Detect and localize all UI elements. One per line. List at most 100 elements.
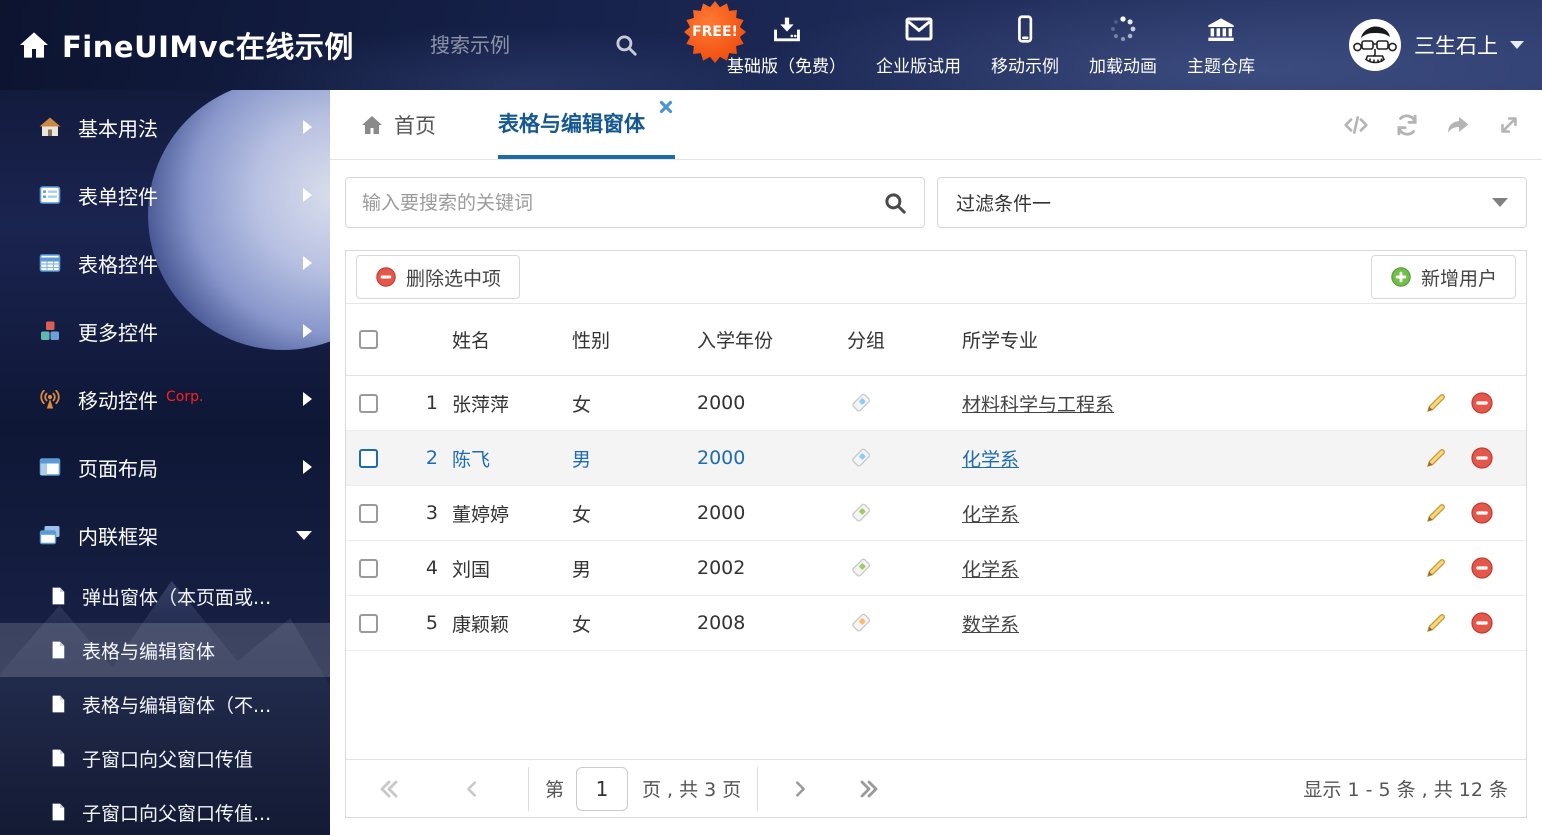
col-gender: 性别: [572, 330, 611, 352]
chevron-down-icon: [1492, 198, 1508, 207]
file-icon: [52, 587, 65, 605]
table-row[interactable]: 4 刘国 男 2002 化学系: [346, 541, 1526, 596]
sidebar-item-iframe[interactable]: 内联框架: [0, 501, 330, 569]
col-name: 姓名: [452, 330, 491, 352]
nav-enterprise-trial-button[interactable]: 企业版试用: [876, 13, 961, 77]
delete-selected-button[interactable]: 删除选中项: [356, 255, 521, 299]
sidebar-item-mobile-controls[interactable]: 移动控件 Corp.: [0, 365, 330, 433]
close-icon[interactable]: [659, 100, 673, 114]
select-all-checkbox[interactable]: [359, 330, 378, 349]
table-row[interactable]: 5 康颖颖 女 2008 数学系: [346, 596, 1526, 651]
nav-basic-edition-button[interactable]: 基础版（免费）: [727, 13, 846, 77]
delete-icon[interactable]: [1470, 391, 1494, 415]
page-number-input[interactable]: [576, 766, 629, 811]
grid-panel: 删除选中项 新增用户 姓名 性别 入学年份 分组 所学专业 1 张萍萍 女 20…: [345, 250, 1527, 818]
header-search-input[interactable]: [430, 33, 585, 57]
tab-home[interactable]: 首页: [360, 90, 436, 159]
sidebar-item-page-layout[interactable]: 页面布局: [0, 433, 330, 501]
submenu-item-grid-edit-window-2[interactable]: 表格与编辑窗体（不...: [0, 677, 330, 731]
corp-badge: Corp.: [166, 389, 204, 405]
cell-name: 刘国: [452, 558, 491, 581]
delete-icon[interactable]: [1470, 501, 1494, 525]
refresh-icon[interactable]: [1394, 112, 1420, 138]
major-link[interactable]: 数学系: [962, 614, 1019, 636]
frames-icon: [39, 526, 60, 545]
sidebar-item-form-controls[interactable]: 表单控件: [0, 161, 330, 229]
antenna-icon: [40, 389, 60, 409]
edit-icon[interactable]: [1424, 391, 1448, 415]
nav-label: 移动示例: [991, 57, 1059, 77]
file-icon: [52, 749, 65, 767]
table-row[interactable]: 3 董婷婷 女 2000 化学系: [346, 486, 1526, 541]
row-checkbox[interactable]: [359, 503, 378, 523]
cell-name: 董婷婷: [452, 503, 510, 526]
app-logo[interactable]: FineUIMvc在线示例: [18, 0, 354, 90]
keyword-search-input[interactable]: [362, 191, 882, 214]
search-icon[interactable]: [613, 32, 639, 58]
user-menu[interactable]: 三生石上: [1348, 0, 1524, 90]
home-tab-icon: [362, 115, 382, 134]
delete-icon[interactable]: [1470, 446, 1494, 470]
keyword-search-box: [345, 177, 925, 228]
cell-year: 2000: [697, 392, 746, 414]
cell-year: 2000: [697, 502, 746, 524]
row-checkbox[interactable]: [359, 448, 378, 468]
table-row[interactable]: 1 张萍萍 女 2000 材料科学与工程系: [346, 376, 1526, 431]
nav-label: 主题仓库: [1187, 57, 1255, 77]
row-number: 3: [425, 502, 438, 524]
tab-grid-edit-window[interactable]: 表格与编辑窗体: [498, 90, 675, 159]
cell-year: 2002: [697, 557, 746, 579]
sidebar-item-more-controls[interactable]: 更多控件: [0, 297, 330, 365]
nav-theme-repo-button[interactable]: 主题仓库: [1187, 13, 1255, 77]
header-search: [430, 0, 639, 90]
search-icon[interactable]: [882, 190, 908, 216]
share-icon[interactable]: [1445, 112, 1471, 138]
submenu-item-child-to-parent-2[interactable]: 子窗口向父窗口传值...: [0, 785, 330, 835]
table-row[interactable]: 2 陈飞 男 2000 化学系: [346, 431, 1526, 486]
expand-icon[interactable]: [1496, 112, 1522, 138]
add-user-button[interactable]: 新增用户: [1370, 255, 1516, 299]
major-link[interactable]: 化学系: [962, 559, 1019, 581]
envelope-icon: [905, 17, 932, 41]
filter-dropdown-value: 过滤条件一: [956, 193, 1052, 215]
submenu-item-child-to-parent[interactable]: 子窗口向父窗口传值: [0, 731, 330, 785]
filter-dropdown[interactable]: 过滤条件一: [937, 177, 1527, 228]
cell-gender: 男: [572, 448, 592, 471]
home-logo-icon: [20, 32, 48, 58]
chevron-right-icon: [303, 460, 312, 474]
chevron-right-icon: [303, 188, 312, 202]
row-checkbox[interactable]: [359, 558, 378, 578]
avatar: [1349, 19, 1401, 71]
edit-icon[interactable]: [1424, 501, 1448, 525]
header-nav: 基础版（免费） 企业版试用 移动示例 加载动画 主题仓库: [727, 0, 1255, 90]
last-page-button[interactable]: [858, 778, 880, 800]
grid-toolbar: 删除选中项 新增用户: [346, 251, 1526, 304]
edit-icon[interactable]: [1424, 556, 1448, 580]
delete-icon[interactable]: [1470, 611, 1494, 635]
nav-loading-animation-button[interactable]: 加载动画: [1089, 13, 1157, 77]
file-icon: [52, 695, 65, 713]
submenu-item-popup-window[interactable]: 弹出窗体（本页面或...: [0, 569, 330, 623]
cell-gender: 女: [572, 503, 592, 526]
sidebar-item-basic-usage[interactable]: 基本用法: [0, 93, 330, 161]
tab-bar: 首页 表格与编辑窗体: [330, 90, 1542, 160]
edit-icon[interactable]: [1424, 611, 1448, 635]
delete-icon[interactable]: [1470, 556, 1494, 580]
row-checkbox[interactable]: [359, 613, 378, 633]
major-link[interactable]: 化学系: [962, 449, 1019, 471]
tag-icon: [852, 613, 871, 632]
submenu-item-grid-edit-window[interactable]: 表格与编辑窗体: [0, 623, 330, 677]
sidebar-submenu: 弹出窗体（本页面或... 表格与编辑窗体 表格与编辑窗体（不... 子窗口向父窗…: [0, 569, 330, 835]
row-checkbox[interactable]: [359, 393, 378, 413]
source-code-icon[interactable]: [1343, 112, 1369, 138]
next-page-button[interactable]: [790, 779, 810, 799]
nav-mobile-demo-button[interactable]: 移动示例: [991, 13, 1059, 77]
first-page-button[interactable]: [378, 778, 400, 800]
tag-icon: [852, 448, 871, 467]
edit-icon[interactable]: [1424, 446, 1448, 470]
prev-page-button[interactable]: [462, 779, 482, 799]
cell-name: 康颖颖: [452, 613, 510, 636]
sidebar-item-grid-controls[interactable]: 表格控件: [0, 229, 330, 297]
major-link[interactable]: 化学系: [962, 504, 1019, 526]
major-link[interactable]: 材料科学与工程系: [962, 394, 1114, 416]
